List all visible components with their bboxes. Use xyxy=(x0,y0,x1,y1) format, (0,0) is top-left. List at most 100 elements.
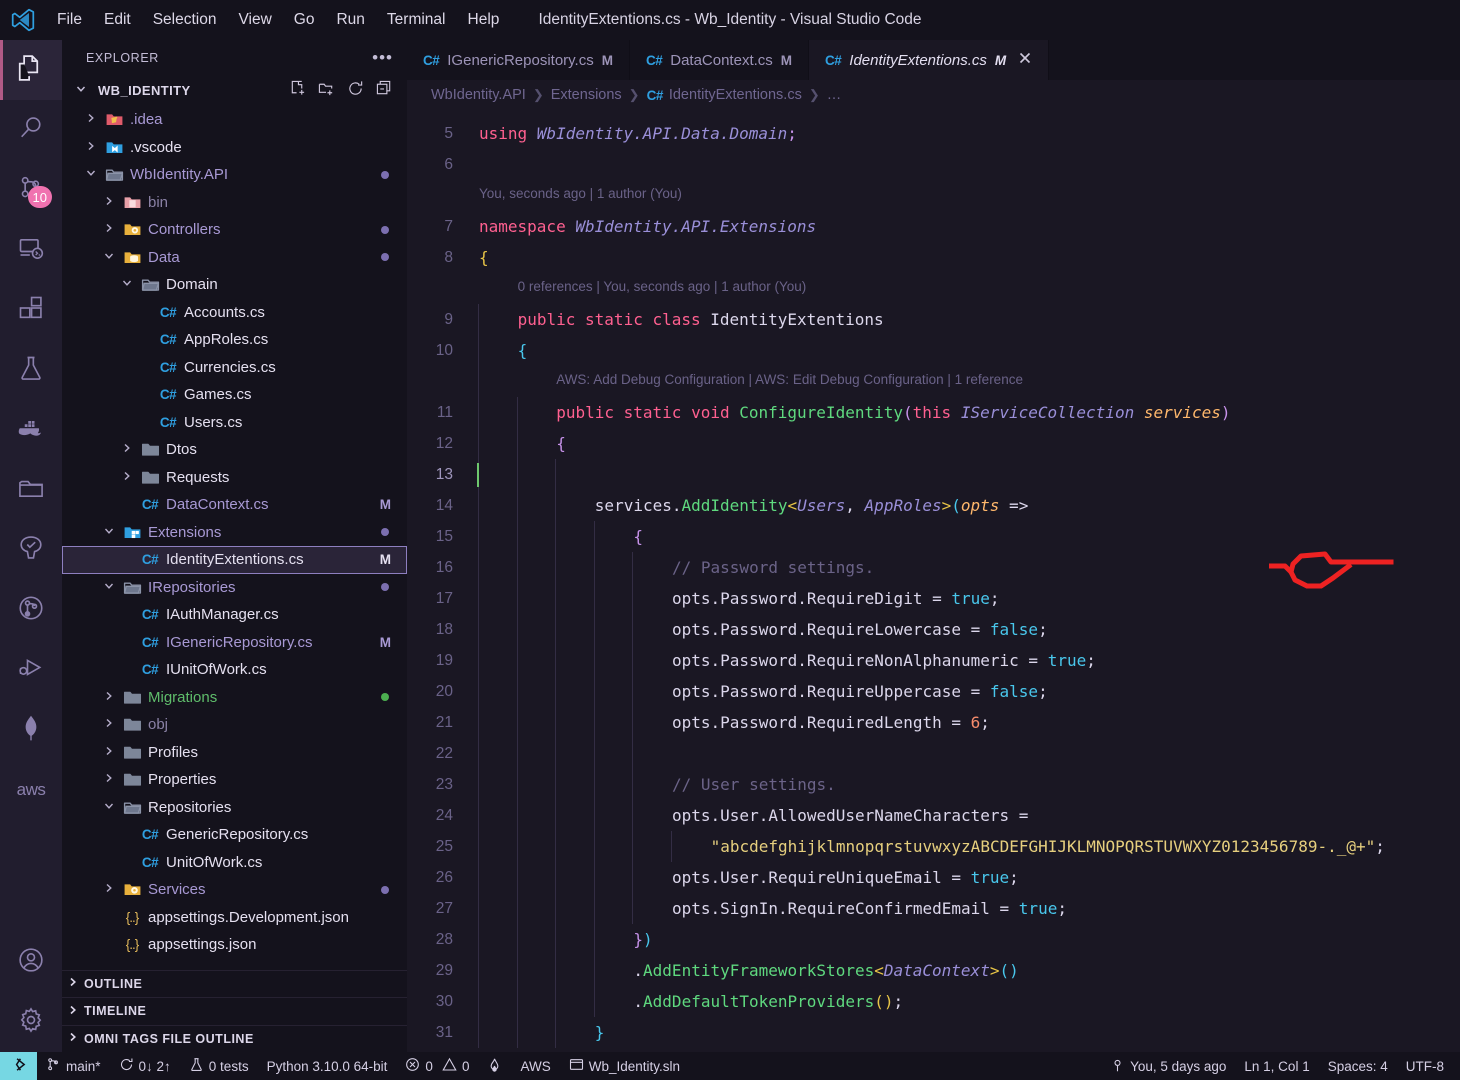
tree-item-profiles[interactable]: Profiles xyxy=(62,739,407,767)
code-line: 30 .AddDefaultTokenProviders(); xyxy=(407,986,1460,1017)
status-tests[interactable]: 0 tests xyxy=(180,1052,258,1080)
tree-item-datacontext-cs[interactable]: C# DataContext.cs M xyxy=(62,491,407,519)
tree-item-extensions[interactable]: Extensions xyxy=(62,519,407,547)
tree-item-iauthmanager-cs[interactable]: C# IAuthManager.cs xyxy=(62,601,407,629)
tree-root-wb-identity[interactable]: WB_IDENTITY xyxy=(62,76,407,104)
status-sync-changes[interactable]: 0↓ 2↑ xyxy=(110,1052,180,1080)
menu-help[interactable]: Help xyxy=(457,8,511,32)
menu-bar[interactable]: File Edit Selection View Go Run Terminal… xyxy=(46,8,510,32)
status-aws-profile[interactable]: AWS xyxy=(511,1052,559,1080)
breadcrumb-item[interactable]: C# IdentityExtentions.cs xyxy=(647,87,802,103)
activity-nx-console[interactable] xyxy=(0,520,62,580)
tree-item-properties[interactable]: Properties xyxy=(62,766,407,794)
tree-item-obj[interactable]: obj xyxy=(62,711,407,739)
activity-project-manager[interactable] xyxy=(0,460,62,520)
new-file-icon[interactable] xyxy=(289,80,306,100)
file-tree[interactable]: .idea .vscode WbIdentity.API bin Controllers… xyxy=(62,104,407,970)
tree-item-domain[interactable]: Domain xyxy=(62,271,407,299)
run-debug-icon xyxy=(17,654,45,687)
sidebar-panel-timeline[interactable]: TIMELINE xyxy=(62,997,407,1025)
code-line-text: using WbIdentity.API.Data.Domain; xyxy=(479,124,797,143)
tree-item-users-cs[interactable]: C# Users.cs xyxy=(62,409,407,437)
tree-item-igenericrepository-cs[interactable]: C# IGenericRepository.cs M xyxy=(62,629,407,657)
tree-item-genericrepository-cs[interactable]: C# GenericRepository.cs xyxy=(62,821,407,849)
activity-manage-settings[interactable] xyxy=(0,992,62,1052)
activity-remote-explorer[interactable] xyxy=(0,220,62,280)
activity-search[interactable] xyxy=(0,100,62,160)
tree-item-currencies-cs[interactable]: C# Currencies.cs xyxy=(62,354,407,382)
menu-selection[interactable]: Selection xyxy=(142,8,228,32)
menu-terminal[interactable]: Terminal xyxy=(376,8,457,32)
breadcrumb-item[interactable]: WbIdentity.API xyxy=(431,87,526,103)
code-lens[interactable]: 0 references | You, seconds ago | 1 auth… xyxy=(518,275,807,297)
code-editor[interactable]: You, seconds ago | 1 author (You) 0 refer… xyxy=(407,110,1460,1052)
menu-go[interactable]: Go xyxy=(283,8,326,32)
status-cursor-position[interactable]: Ln 1, Col 1 xyxy=(1235,1052,1318,1080)
activity-accounts[interactable] xyxy=(0,932,62,992)
status-flame[interactable] xyxy=(478,1052,511,1080)
status-branch[interactable]: main* xyxy=(37,1052,110,1080)
activity-explorer[interactable] xyxy=(0,40,62,100)
git-status-dot xyxy=(381,693,389,702)
status-git-blame[interactable]: You, 5 days ago xyxy=(1101,1052,1235,1080)
close-icon[interactable] xyxy=(1018,51,1032,69)
editor-tab-bar[interactable]: C# IGenericRepository.cs M C# DataContext.cs… xyxy=(407,40,1460,80)
status-indentation[interactable]: Spaces: 4 xyxy=(1319,1052,1397,1080)
tree-item-games-cs[interactable]: C# Games.cs xyxy=(62,381,407,409)
menu-file[interactable]: File xyxy=(46,8,93,32)
remote-window-indicator[interactable] xyxy=(0,1052,37,1080)
breadcrumb-item[interactable]: Extensions xyxy=(551,87,622,103)
breadcrumb[interactable]: WbIdentity.API ❯ Extensions ❯ C# IdentityExte… xyxy=(407,80,1460,110)
tree-item-unitofwork-cs[interactable]: C# UnitOfWork.cs xyxy=(62,849,407,877)
tree-item-identityextentions-cs[interactable]: C# IdentityExtentions.cs M xyxy=(62,546,407,574)
refresh-icon[interactable] xyxy=(347,80,364,100)
breadcrumb-item[interactable]: … xyxy=(827,87,842,103)
activity-docker[interactable] xyxy=(0,400,62,460)
line-number: 23 xyxy=(435,775,453,793)
tree-item-migrations[interactable]: Migrations xyxy=(62,684,407,712)
status-python-version[interactable]: Python 3.10.0 64-bit xyxy=(258,1052,397,1080)
activity-extensions[interactable] xyxy=(0,280,62,340)
code-lens[interactable]: You, seconds ago | 1 author (You) xyxy=(479,182,682,204)
tree-item-irepositories[interactable]: IRepositories xyxy=(62,574,407,602)
tree-item-appsettings-development-json[interactable]: {..} appsettings.Development.json xyxy=(62,904,407,932)
status-solution[interactable]: Wb_Identity.sln xyxy=(560,1052,689,1080)
editor-tab-identityextentions-cs[interactable]: C# IdentityExtentions.cs M xyxy=(809,40,1050,80)
menu-edit[interactable]: Edit xyxy=(93,8,142,32)
tree-item-repositories[interactable]: Repositories xyxy=(62,794,407,822)
activity-run-and-debug[interactable] xyxy=(0,640,62,700)
tree-item-idea[interactable]: .idea xyxy=(62,106,407,134)
activity-source-control[interactable]: 10 xyxy=(0,160,62,220)
editor-tab-datacontext-cs[interactable]: C# DataContext.cs M xyxy=(630,40,810,80)
tree-item-appsettings-json[interactable]: {..} appsettings.json xyxy=(62,931,407,959)
code-lens[interactable]: AWS: Add Debug Configuration | AWS: Edit… xyxy=(556,368,1023,390)
ellipsis-icon[interactable]: ••• xyxy=(372,48,393,68)
activity-git-graph[interactable] xyxy=(0,580,62,640)
tree-item-iunitofwork-cs[interactable]: C# IUnitOfWork.cs xyxy=(62,656,407,684)
new-folder-icon[interactable] xyxy=(318,80,335,100)
activity-aws-toolkit[interactable]: aws xyxy=(0,760,62,820)
tree-item-requests[interactable]: Requests xyxy=(62,464,407,492)
editor-tab-igenericrepository-cs[interactable]: C# IGenericRepository.cs M xyxy=(407,40,630,80)
collapse-all-icon[interactable] xyxy=(376,80,393,100)
tree-item-approles-cs[interactable]: C# AppRoles.cs xyxy=(62,326,407,354)
status-encoding[interactable]: UTF-8 xyxy=(1397,1052,1460,1080)
tree-item-data[interactable]: Data xyxy=(62,244,407,272)
tree-item-label: Dtos xyxy=(166,441,197,459)
tree-item-accounts-cs[interactable]: C# Accounts.cs xyxy=(62,299,407,327)
tree-item-dtos[interactable]: Dtos xyxy=(62,436,407,464)
line-number: 24 xyxy=(435,806,453,824)
activity-mongodb[interactable] xyxy=(0,700,62,760)
activity-bar: 10 aws xyxy=(0,40,62,1052)
menu-view[interactable]: View xyxy=(227,8,282,32)
tree-item-controllers[interactable]: Controllers xyxy=(62,216,407,244)
sidebar-panel-omni-tags-file-outline[interactable]: OMNI TAGS FILE OUTLINE xyxy=(62,1024,407,1053)
tree-item-vscode[interactable]: .vscode xyxy=(62,134,407,162)
status-problems[interactable]: 0 0 xyxy=(396,1052,478,1080)
sidebar-panel-outline[interactable]: OUTLINE xyxy=(62,969,407,998)
tree-item-bin[interactable]: bin xyxy=(62,189,407,217)
activity-testing[interactable] xyxy=(0,340,62,400)
tree-item-services[interactable]: Services xyxy=(62,876,407,904)
tree-item-wbidentity-api[interactable]: WbIdentity.API xyxy=(62,161,407,189)
menu-run[interactable]: Run xyxy=(325,8,375,32)
